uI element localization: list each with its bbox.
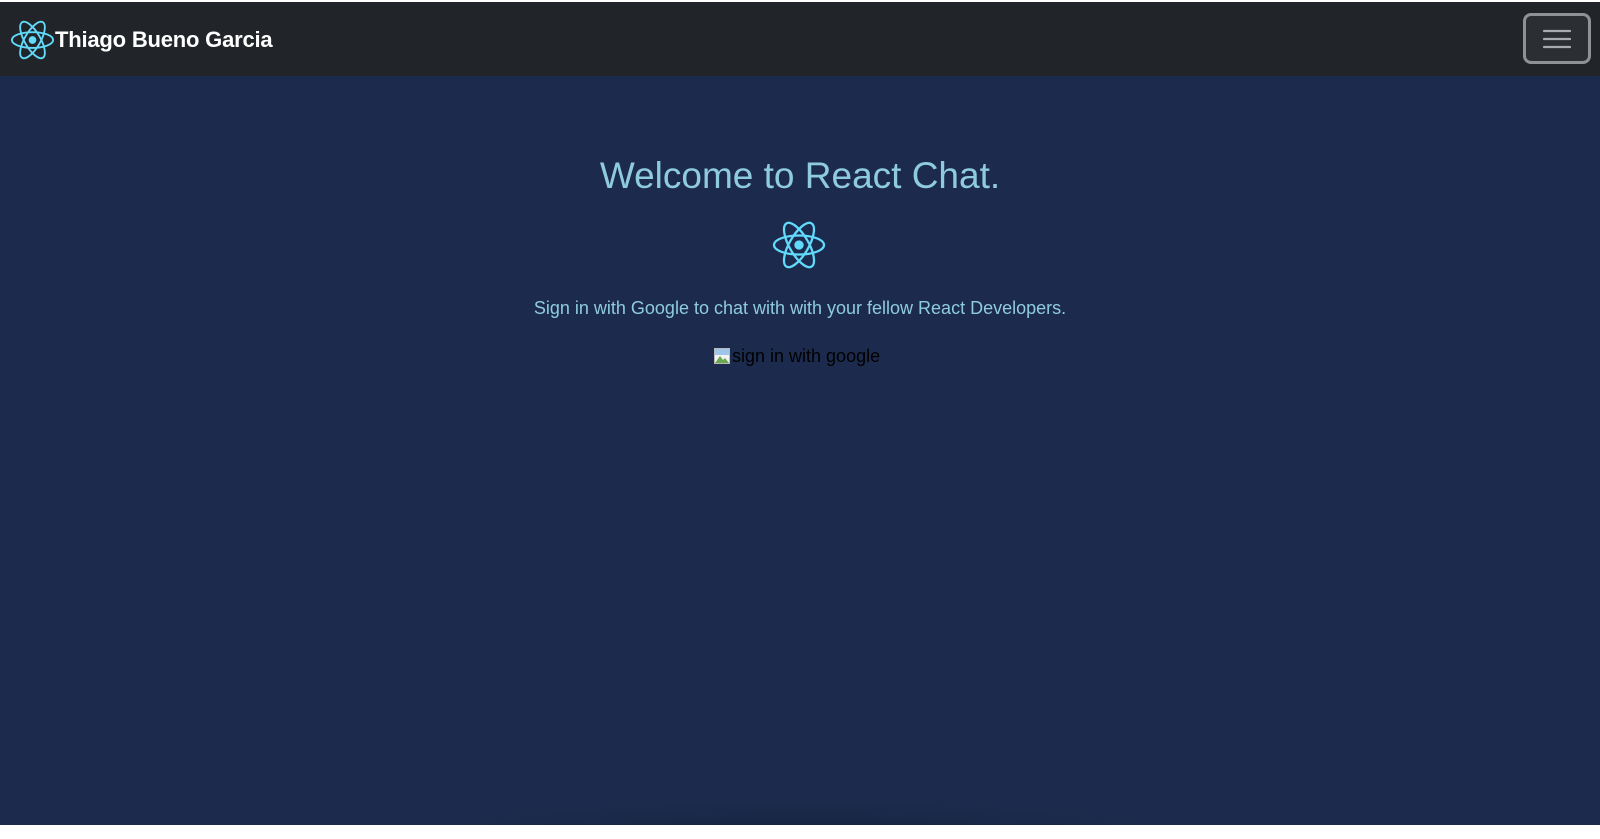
react-logo-icon [772, 221, 826, 269]
welcome-section: Welcome to React Chat. Sign in with Goog… [0, 76, 1600, 839]
brand-name: Thiago Bueno Garcia [55, 27, 273, 52]
page-title: Welcome to React Chat. [599, 155, 1001, 196]
page-bottom-edge [0, 825, 1600, 839]
broken-image-icon [714, 348, 730, 364]
brand-link[interactable]: Thiago Bueno Garcia [10, 18, 273, 62]
signin-instructions: Sign in with Google to chat with with yo… [533, 298, 1067, 318]
react-logo-icon [10, 20, 55, 60]
google-signin-button[interactable]: sign in with google [714, 343, 880, 369]
navbar-toggle-button[interactable] [1523, 13, 1591, 64]
top-navbar: Thiago Bueno Garcia [0, 2, 1600, 76]
page: Thiago Bueno Garcia Welcome to React Cha… [0, 0, 1600, 839]
google-signin-alt-text: sign in with google [732, 345, 881, 366]
hamburger-menu-icon [1542, 29, 1572, 48]
